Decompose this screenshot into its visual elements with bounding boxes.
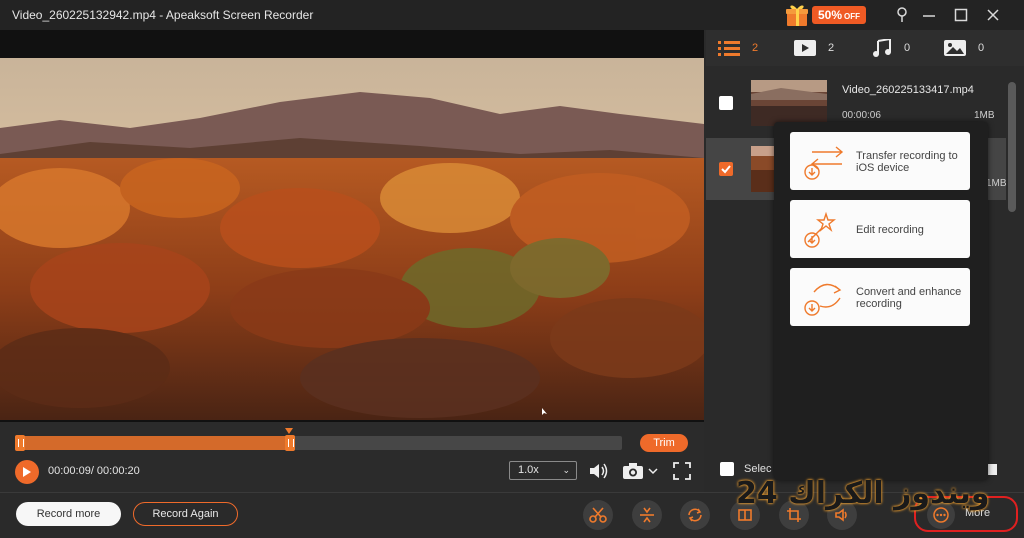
tab-count: 2 [828,42,835,54]
select-all-row[interactable]: Selec [720,462,772,476]
record-more-button[interactable]: Record more [16,502,121,526]
more-menu-popup: Transfer recording to iOS device Edit re… [774,122,988,480]
discount-badge[interactable]: 50% OFF [812,6,867,24]
video-player[interactable] [0,30,704,422]
playback-controls: Trim 00:00:09/ 00:00:20 1.0x ⌄ [0,422,704,492]
select-all-checkbox[interactable] [720,462,734,476]
speed-select[interactable]: 1.0x ⌄ [509,461,577,480]
record-again-button[interactable]: Record Again [133,502,238,526]
tab-count: 0 [978,42,985,54]
tab-images[interactable]: 0 [944,38,984,58]
item-size: 1MB [986,178,1007,189]
item-size: 1MB [974,110,995,121]
tab-count: 2 [752,42,759,54]
video-frame-autumn-forest [0,58,704,420]
timeline-track[interactable] [15,428,622,451]
menu-item-label: Convert and enhance recording [856,286,962,310]
compress-icon [640,507,654,523]
gift-icon [784,3,810,27]
scrollbar[interactable] [1008,82,1016,212]
convert-icon [688,508,702,522]
window-title: Video_260225132942.mp4 - Apeaksoft Scree… [12,8,314,22]
watermark-text: 24 ويندوز الكراك [736,476,990,511]
menu-item-transfer[interactable]: Transfer recording to iOS device [790,132,970,190]
convert-icon [804,283,842,316]
checkmark-icon [721,165,731,174]
timeline-progress [16,436,293,450]
menu-item-edit[interactable]: Edit recording [790,200,970,258]
speed-value: 1.0x [518,464,539,476]
close-icon[interactable] [978,0,1008,30]
tab-count: 0 [904,42,911,54]
pin-icon[interactable] [887,0,917,30]
compress-button[interactable] [632,500,662,530]
select-all-label: Selec [744,463,772,475]
snapshot-icon[interactable] [622,460,662,482]
play-button[interactable] [15,460,39,484]
edit-wand-icon [804,211,836,248]
video-thumbnail [751,80,827,126]
menu-item-label: Edit recording [856,224,924,236]
list-icon [718,41,740,56]
mouse-cursor-icon [542,408,547,415]
maximize-icon[interactable] [946,0,976,30]
tab-audio[interactable]: 0 [872,38,910,58]
volume-icon[interactable] [587,460,611,482]
video-icon [794,40,816,56]
chevron-down-icon: ⌄ [562,465,570,475]
trim-start-handle[interactable] [15,435,25,451]
convert-button[interactable] [680,500,710,530]
minimize-icon[interactable] [914,0,944,30]
trim-end-handle[interactable] [285,435,295,451]
image-icon [944,40,966,56]
item-checkbox[interactable] [719,96,733,110]
playhead-marker[interactable] [285,428,293,434]
scissors-icon [589,507,607,523]
app-window: Video_260225132942.mp4 - Apeaksoft Scree… [0,0,1024,538]
transfer-icon [804,146,844,180]
menu-item-label: Transfer recording to iOS device [856,150,958,174]
media-tabs: 2 2 0 0 [706,30,1024,66]
music-icon [873,39,891,57]
item-filename: Video_260225133417.mp4 [842,84,974,96]
menu-item-convert[interactable]: Convert and enhance recording [790,268,970,326]
item-checkbox[interactable] [719,162,733,176]
item-duration: 00:00:06 [842,110,881,121]
play-icon [23,467,31,477]
promo-banner[interactable]: 50% OFF [784,3,867,27]
time-display: 00:00:09/ 00:00:20 [48,465,140,477]
title-bar: Video_260225132942.mp4 - Apeaksoft Scree… [0,0,1024,30]
tab-all[interactable]: 2 [718,38,758,58]
fullscreen-icon[interactable] [670,460,694,482]
trim-button[interactable]: Trim [640,434,688,452]
tab-videos[interactable]: 2 [794,38,834,58]
scissors-button[interactable] [583,500,613,530]
